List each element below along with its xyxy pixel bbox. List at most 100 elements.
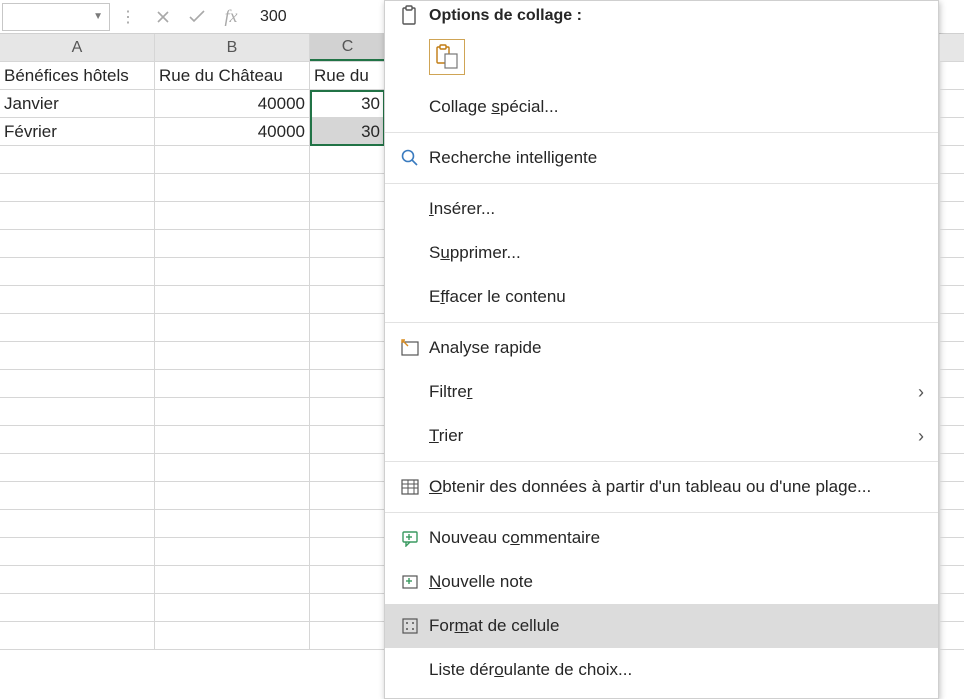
menu-analyse-rapide[interactable]: Analyse rapide xyxy=(385,326,938,370)
menu-separator xyxy=(385,512,938,513)
cell[interactable] xyxy=(310,202,385,230)
col-header-A[interactable]: A xyxy=(0,34,155,61)
menu-inserer[interactable]: Insérer... xyxy=(385,187,938,231)
menu-trier[interactable]: Trier › xyxy=(385,414,938,458)
cell[interactable] xyxy=(155,482,310,510)
accept-icon[interactable] xyxy=(180,3,214,31)
cell[interactable] xyxy=(310,594,385,622)
cell[interactable] xyxy=(310,314,385,342)
cell-A2[interactable]: Janvier xyxy=(0,90,155,118)
cell[interactable] xyxy=(310,454,385,482)
cell[interactable] xyxy=(155,174,310,202)
cell[interactable] xyxy=(155,454,310,482)
cell[interactable] xyxy=(310,230,385,258)
cell[interactable] xyxy=(0,370,155,398)
cell[interactable] xyxy=(0,594,155,622)
cell-A1[interactable]: Bénéfices hôtels xyxy=(0,62,155,90)
name-box[interactable]: ▼ xyxy=(2,3,110,31)
cell[interactable] xyxy=(0,342,155,370)
dots-icon: ⋮ xyxy=(110,7,146,27)
cell[interactable] xyxy=(310,342,385,370)
cell-B3[interactable]: 40000 xyxy=(155,118,310,146)
chevron-down-icon[interactable]: ▼ xyxy=(93,11,103,22)
cell[interactable] xyxy=(310,510,385,538)
cell[interactable] xyxy=(155,510,310,538)
cell-C2[interactable]: 30 xyxy=(310,90,385,118)
paste-options-row xyxy=(385,33,938,85)
cell[interactable] xyxy=(310,286,385,314)
cell[interactable] xyxy=(310,622,385,650)
cell[interactable] xyxy=(155,202,310,230)
format-cells-icon xyxy=(395,617,425,635)
cell[interactable] xyxy=(155,370,310,398)
cell[interactable] xyxy=(155,258,310,286)
cell[interactable] xyxy=(155,538,310,566)
menu-nouvelle-note[interactable]: Nouvelle note xyxy=(385,560,938,604)
cell[interactable] xyxy=(0,538,155,566)
cell-B2[interactable]: 40000 xyxy=(155,90,310,118)
cell[interactable] xyxy=(310,146,385,174)
cell[interactable] xyxy=(155,342,310,370)
cell[interactable] xyxy=(0,426,155,454)
cell-A3[interactable]: Février xyxy=(0,118,155,146)
formula-bar-value[interactable]: 300 xyxy=(248,8,287,26)
menu-effacer-contenu[interactable]: Effacer le contenu xyxy=(385,275,938,319)
menu-separator xyxy=(385,132,938,133)
cell-C3[interactable]: 30 xyxy=(310,118,385,146)
menu-supprimer[interactable]: Supprimer... xyxy=(385,231,938,275)
cell[interactable] xyxy=(0,622,155,650)
cell[interactable] xyxy=(155,398,310,426)
chevron-right-icon: › xyxy=(918,382,924,403)
comment-icon xyxy=(395,529,425,547)
cell[interactable] xyxy=(0,566,155,594)
menu-nouveau-commentaire[interactable]: Nouveau commentaire xyxy=(385,516,938,560)
cell[interactable] xyxy=(155,286,310,314)
menu-liste-deroulante[interactable]: Liste déroulante de choix... xyxy=(385,648,938,692)
cell[interactable] xyxy=(0,510,155,538)
paste-options-header: Options de collage : xyxy=(385,1,938,33)
chevron-right-icon: › xyxy=(918,426,924,447)
cell[interactable] xyxy=(310,174,385,202)
cell[interactable] xyxy=(0,202,155,230)
col-header-B[interactable]: B xyxy=(155,34,310,61)
cell[interactable] xyxy=(155,230,310,258)
paste-default-button[interactable] xyxy=(429,39,465,75)
cell[interactable] xyxy=(310,482,385,510)
cell[interactable] xyxy=(310,370,385,398)
menu-obtenir-donnees[interactable]: Obtenir des données à partir d'un tablea… xyxy=(385,465,938,509)
cell[interactable] xyxy=(310,258,385,286)
cell[interactable] xyxy=(0,174,155,202)
cell-C1[interactable]: Rue du xyxy=(310,62,385,90)
menu-format-cellule[interactable]: Format de cellule xyxy=(385,604,938,648)
cell[interactable] xyxy=(155,146,310,174)
cell[interactable] xyxy=(0,258,155,286)
cell[interactable] xyxy=(0,482,155,510)
menu-separator xyxy=(385,322,938,323)
cell[interactable] xyxy=(155,594,310,622)
cell[interactable] xyxy=(0,314,155,342)
grid-right-edge xyxy=(939,34,964,673)
menu-recherche-intelligente[interactable]: Recherche intelligente xyxy=(385,136,938,180)
cell[interactable] xyxy=(0,398,155,426)
fx-icon[interactable]: fx xyxy=(214,3,248,31)
note-icon xyxy=(395,573,425,591)
col-header-C[interactable]: C xyxy=(310,34,385,61)
menu-collage-special[interactable]: Collage spécial... xyxy=(385,85,938,129)
cell[interactable] xyxy=(0,286,155,314)
cancel-icon[interactable] xyxy=(146,3,180,31)
cell-B1[interactable]: Rue du Château xyxy=(155,62,310,90)
cell[interactable] xyxy=(310,566,385,594)
cell[interactable] xyxy=(155,426,310,454)
cell[interactable] xyxy=(155,566,310,594)
cell[interactable] xyxy=(0,146,155,174)
paste-options-label: Options de collage : xyxy=(425,7,928,25)
cell[interactable] xyxy=(155,622,310,650)
cell[interactable] xyxy=(0,230,155,258)
cell[interactable] xyxy=(155,314,310,342)
cell[interactable] xyxy=(0,454,155,482)
cell[interactable] xyxy=(310,538,385,566)
cell[interactable] xyxy=(310,426,385,454)
search-icon xyxy=(395,148,425,168)
menu-filtrer[interactable]: Filtrer › xyxy=(385,370,938,414)
cell[interactable] xyxy=(310,398,385,426)
